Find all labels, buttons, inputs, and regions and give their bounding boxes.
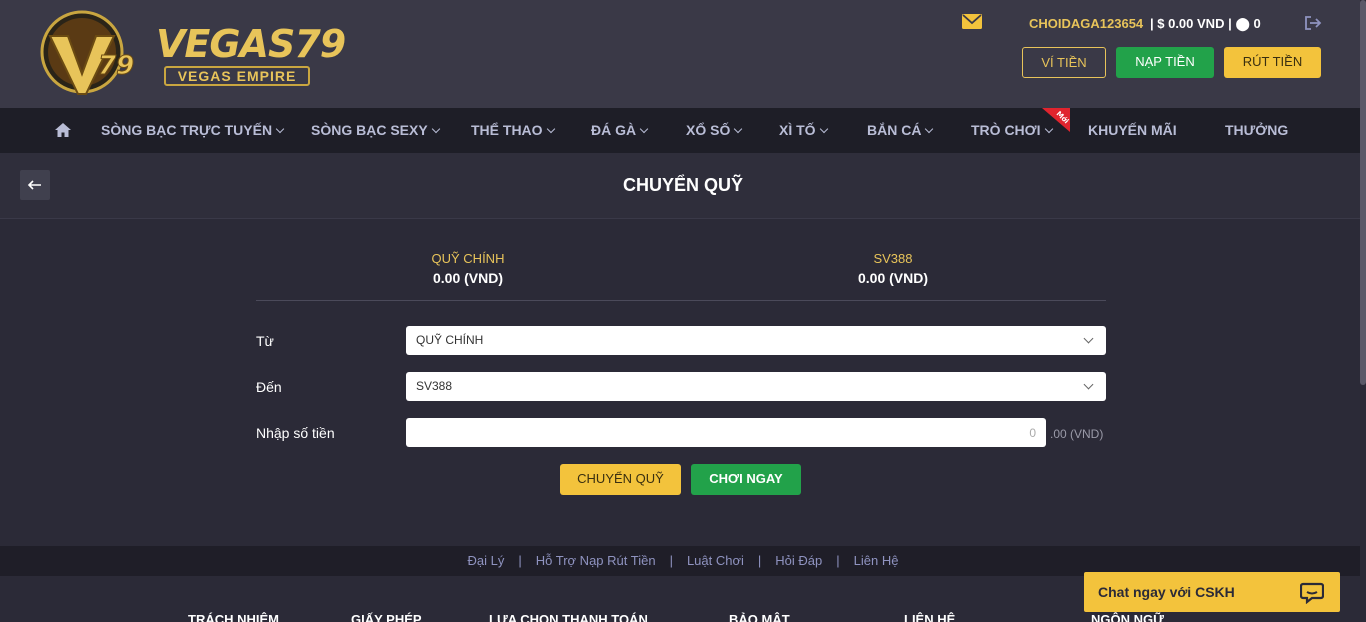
nav-item-sexy-casino[interactable]: SÒNG BẠC SEXY	[311, 108, 440, 153]
sv388-balance: SV388 0.00 (VND)	[793, 250, 993, 286]
nav-item-fishing[interactable]: BẮN CÁ	[867, 108, 934, 153]
new-badge: Mới	[1042, 108, 1070, 132]
play-now-button[interactable]: CHƠI NGAY	[691, 464, 801, 495]
footer-heading: LIÊN HỆ	[904, 612, 956, 622]
footer-heading: BẢO MẬT	[729, 612, 790, 622]
main-wallet-balance: QUỸ CHÍNH 0.00 (VND)	[368, 250, 568, 286]
transfer-button[interactable]: CHUYỂN QUỸ	[560, 464, 681, 495]
footer-link-agent[interactable]: Đại Lý	[468, 553, 505, 568]
logout-icon[interactable]	[1304, 15, 1322, 31]
sv388-value: 0.00 (VND)	[857, 270, 929, 286]
logo-subtitle: VEGAS EMPIRE	[164, 66, 310, 86]
amount-unit: .00 (VND)	[1050, 427, 1104, 441]
main-wallet-value: 0.00 (VND)	[432, 270, 504, 286]
logo-text: VEGAS79	[156, 22, 346, 66]
from-select-value: QUỸ CHÍNH	[416, 333, 484, 347]
page-title: CHUYỂN QUỸ	[622, 175, 743, 195]
chevron-down-icon	[546, 124, 555, 134]
chevron-down-icon	[734, 124, 743, 134]
wallet-balance: | $ 0.00 VND | ⬤ 0	[1150, 16, 1261, 31]
footer-heading: NGÔN NGỮ	[1091, 612, 1164, 622]
wallet-button[interactable]: VÍ TIỀN	[1022, 47, 1106, 78]
nav-item-promotions[interactable]: KHUYẾN MÃI	[1088, 108, 1177, 153]
chevron-down-icon	[1083, 379, 1094, 390]
chevron-down-icon	[925, 124, 934, 134]
chevron-down-icon	[1083, 333, 1094, 344]
footer-heading: LỰA CHỌN THANH TOÁN	[489, 612, 648, 622]
chat-icon	[1300, 582, 1324, 604]
footer-link-payment-support[interactable]: Hỗ Trợ Nạp Rút Tiền	[536, 553, 656, 568]
logo-emblem-icon: 79	[40, 10, 135, 95]
nav-item-poker[interactable]: XÌ TỐ	[779, 108, 828, 153]
chevron-down-icon	[819, 124, 828, 134]
chevron-down-icon	[431, 124, 440, 134]
chevron-down-icon	[275, 124, 285, 134]
to-select-value: SV388	[416, 379, 453, 393]
nav-item-games[interactable]: TRÒ CHƠI	[971, 108, 1053, 153]
scrollbar[interactable]	[1360, 0, 1366, 622]
svg-text:79: 79	[98, 51, 134, 81]
chat-widget[interactable]: Chat ngay với CSKH	[1084, 572, 1340, 612]
header: 79 VEGAS79 VEGAS EMPIRE CHOIDAGA123654 |…	[0, 0, 1366, 108]
balances-row: QUỸ CHÍNH 0.00 (VND) SV388 0.00 (VND)	[256, 250, 1106, 301]
nav-item-lottery[interactable]: XỔ SỐ	[686, 108, 743, 153]
username[interactable]: CHOIDAGA123654	[1029, 16, 1143, 31]
home-icon[interactable]	[54, 122, 72, 138]
logo[interactable]: 79 VEGAS79 VEGAS EMPIRE	[38, 8, 346, 100]
user-bar: CHOIDAGA123654 | $ 0.00 VND | ⬤ 0	[946, 12, 1366, 34]
withdraw-button[interactable]: RÚT TIỀN	[1224, 47, 1321, 78]
main-wallet-label: QUỸ CHÍNH	[431, 251, 505, 266]
footer-heading: GIẤY PHÉP	[351, 612, 422, 622]
footer-heading: TRÁCH NHIỆM	[188, 612, 279, 622]
to-label: Đến	[256, 379, 282, 395]
chevron-down-icon	[639, 124, 649, 134]
footer-link-faq[interactable]: Hỏi Đáp	[775, 553, 822, 568]
amount-input[interactable]	[406, 418, 1046, 447]
nav-item-sports[interactable]: THỂ THAO	[471, 108, 555, 153]
amount-label: Nhập số tiền	[256, 425, 335, 441]
nav-item-live-casino[interactable]: SÒNG BẠC TRỰC TUYẾN	[101, 108, 285, 153]
mail-icon[interactable]	[962, 14, 982, 29]
footer-link-rules[interactable]: Luật Chơi	[687, 553, 744, 568]
to-select[interactable]: SV388	[406, 372, 1106, 401]
sv388-label: SV388	[873, 251, 913, 266]
nav-item-cockfight[interactable]: ĐÁ GÀ	[591, 108, 649, 153]
deposit-button[interactable]: NẠP TIỀN	[1116, 47, 1214, 78]
chat-label: Chat ngay với CSKH	[1098, 584, 1235, 600]
from-select[interactable]: QUỸ CHÍNH	[406, 326, 1106, 355]
main-nav: SÒNG BẠC TRỰC TUYẾN SÒNG BẠC SEXY THỂ TH…	[0, 108, 1366, 153]
footer-link-contact[interactable]: Liên Hệ	[854, 553, 899, 568]
scrollbar-thumb[interactable]	[1360, 0, 1366, 385]
page-titlebar: CHUYỂN QUỸ	[0, 153, 1366, 219]
nav-item-rewards[interactable]: THƯỞNG	[1225, 108, 1288, 153]
from-label: Từ	[256, 333, 274, 349]
